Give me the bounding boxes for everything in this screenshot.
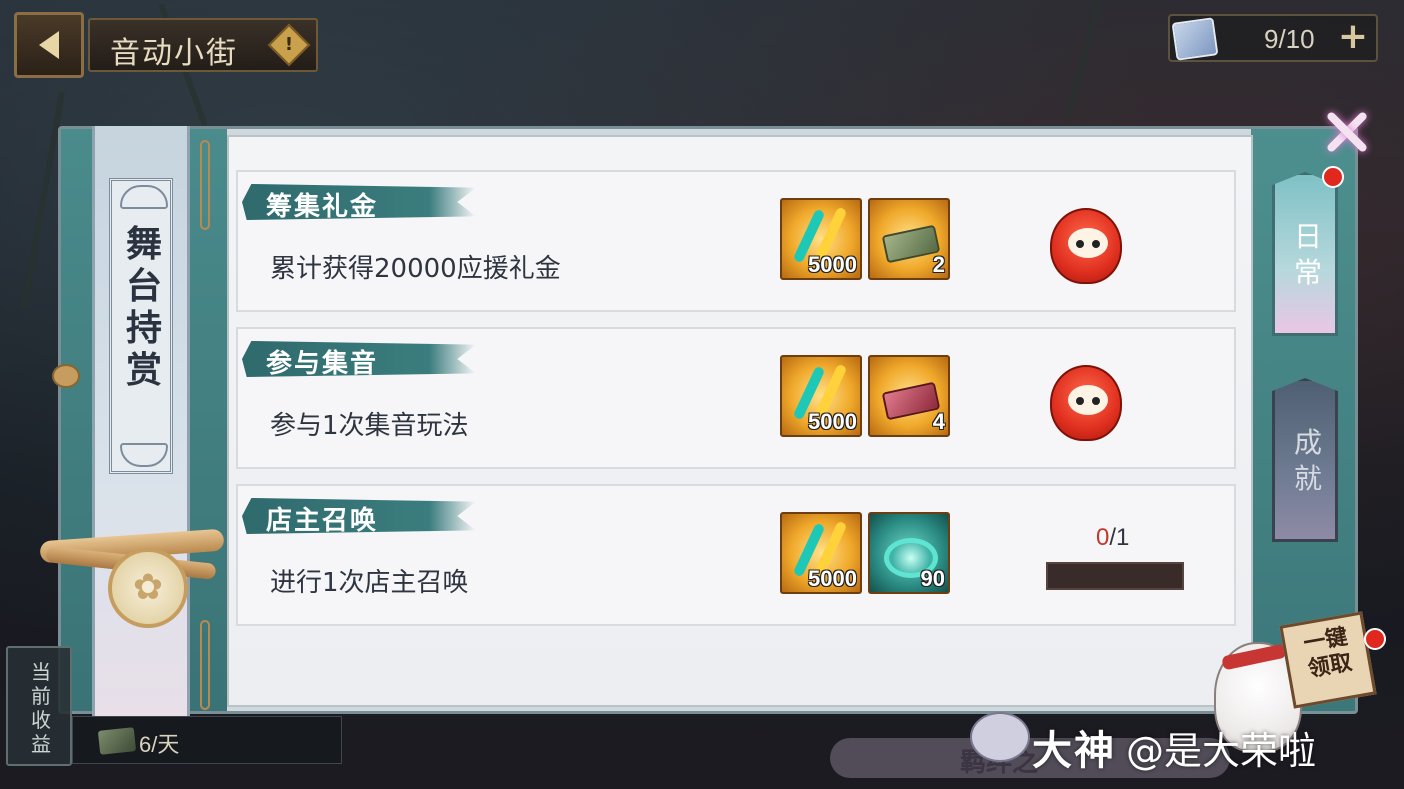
claim-all-button[interactable]: 一键 领取	[1279, 611, 1377, 709]
income-label-char: 益	[31, 732, 51, 756]
back-button[interactable]	[14, 12, 84, 78]
task-description: 参与1次集音玩法	[270, 411, 469, 441]
notification-dot	[1364, 628, 1386, 650]
income-rate-bar: 6/天	[72, 716, 342, 764]
daruma-face	[1068, 228, 1108, 258]
ticket-count: 9/10	[1264, 24, 1315, 54]
rope-knot	[52, 364, 80, 388]
income-label-char: 收	[31, 708, 51, 732]
watermark-brand: 大神	[1032, 728, 1116, 774]
reward-slot[interactable]: 5000	[780, 355, 862, 437]
reward-quantity: 5000	[808, 252, 857, 277]
green-gift-box-icon	[881, 224, 941, 264]
task-row: 店主召唤 进行1次店主召唤 5000 90 0/1	[236, 484, 1236, 626]
daruma-face	[1068, 385, 1108, 415]
scroll-title-char: 台	[125, 265, 162, 307]
red-gift-box-icon	[881, 381, 941, 421]
scroll-title: 舞 台 持 赏	[122, 223, 166, 391]
reward-quantity: 90	[920, 566, 945, 591]
daruma-eye	[1076, 240, 1084, 248]
cherry-blossom-medallion-icon: ✿	[108, 548, 188, 628]
task-description: 进行1次店主召唤	[270, 568, 469, 598]
task-progress-bar	[1046, 562, 1184, 590]
tab-char: 日	[1293, 220, 1322, 253]
ticket-icon	[1171, 17, 1219, 61]
medallion-glyph: ✿	[132, 567, 164, 608]
page-title-plate: 音动小街 !	[88, 18, 318, 72]
scroll-title-char: 持	[125, 307, 162, 349]
reward-slot[interactable]: 90	[868, 512, 950, 594]
gift-box-icon	[97, 727, 137, 755]
reward-slot[interactable]: 2	[868, 198, 950, 280]
notification-dot	[1322, 166, 1344, 188]
watermark-user: @是大荣啦	[1126, 729, 1317, 773]
income-label-char: 当	[31, 660, 51, 684]
reward-quantity: 5000	[808, 409, 857, 434]
info-warning-icon[interactable]: !	[267, 23, 311, 67]
task-progress-text: 0/1	[1096, 524, 1129, 552]
ticket-counter: 9/10 +	[1168, 14, 1378, 62]
tab-achievement[interactable]: 成 就	[1272, 378, 1338, 542]
back-arrow-icon	[39, 31, 59, 59]
bamboo-stalk	[1064, 1, 1102, 119]
task-title: 筹集礼金	[266, 192, 379, 222]
progress-total: /1	[1109, 524, 1130, 551]
daruma-eye	[1076, 397, 1084, 405]
daruma-eye	[1092, 397, 1100, 405]
fan-ornament-icon	[120, 185, 168, 209]
income-label-char: 前	[31, 684, 51, 708]
bond-medal-icon	[970, 712, 1030, 762]
task-description: 累计获得20000应援礼金	[270, 254, 561, 284]
task-row: 筹集礼金 累计获得20000应援礼金 5000 2	[236, 170, 1236, 312]
task-row: 参与集音 参与1次集音玩法 5000 4	[236, 327, 1236, 469]
tab-char: 常	[1293, 256, 1322, 289]
reward-quantity: 4	[932, 409, 945, 434]
scroll-pin	[200, 620, 210, 710]
close-button[interactable]	[1318, 104, 1374, 160]
daruma-eye	[1092, 240, 1100, 248]
reward-slot[interactable]: 5000	[780, 512, 862, 594]
progress-current: 0	[1096, 524, 1110, 551]
reward-slot[interactable]: 5000	[780, 198, 862, 280]
scroll-pin	[200, 140, 210, 230]
scroll-title-char: 舞	[125, 223, 162, 265]
daruma-reward-icon[interactable]	[1050, 365, 1122, 441]
reward-quantity: 5000	[808, 566, 857, 591]
reward-quantity: 2	[932, 252, 945, 277]
reward-slot[interactable]: 4	[868, 355, 950, 437]
daruma-reward-icon[interactable]	[1050, 208, 1122, 284]
tab-char: 成	[1293, 426, 1322, 459]
task-title: 店主召唤	[266, 506, 379, 536]
warning-glyph: !	[284, 34, 294, 55]
tab-daily[interactable]: 日 常	[1272, 172, 1338, 336]
page-title: 音动小街	[110, 36, 238, 71]
tab-char: 就	[1293, 462, 1322, 495]
scroll-title-char: 赏	[125, 349, 162, 391]
claim-all-label: 一键 领取	[1288, 621, 1368, 685]
current-income-box: 当 前 收 益	[6, 646, 72, 766]
current-income-label: 当 前 收 益	[26, 660, 56, 756]
income-rate: 6/天	[139, 732, 180, 757]
tab-achievement-label: 成 就	[1275, 425, 1338, 497]
add-ticket-button[interactable]: +	[1336, 19, 1370, 56]
tab-daily-label: 日 常	[1275, 219, 1338, 291]
scroll-frame: 舞 台 持 赏	[109, 178, 173, 474]
watermark: 大神 @是大荣啦	[1032, 718, 1402, 778]
task-title: 参与集音	[266, 349, 379, 379]
fan-ornament-icon	[120, 443, 168, 467]
